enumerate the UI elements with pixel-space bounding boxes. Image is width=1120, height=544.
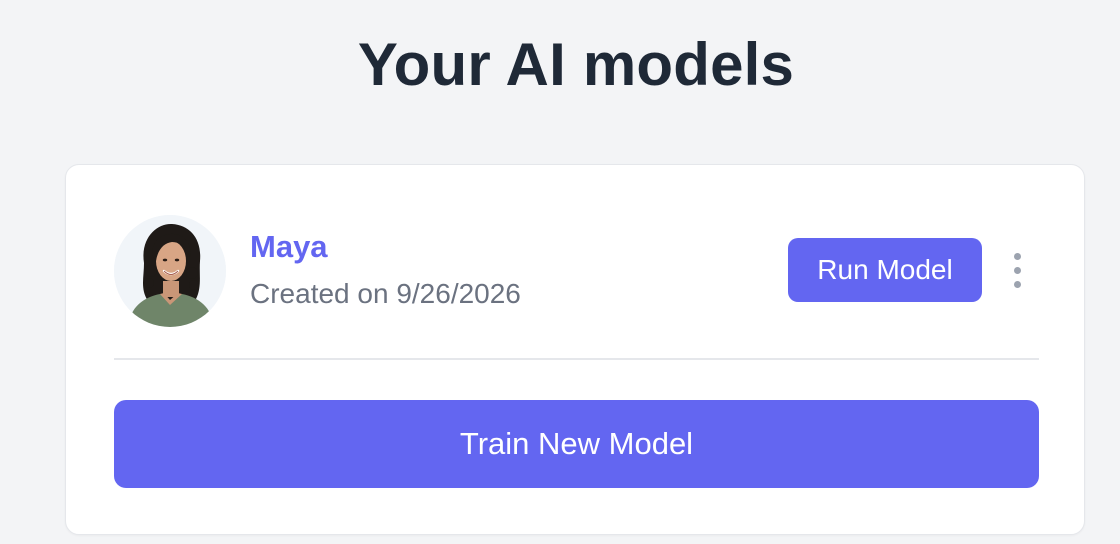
page-title: Your AI models: [357, 31, 795, 98]
avatar-portrait-image: [114, 215, 226, 327]
divider: [114, 358, 1039, 360]
kebab-vertical-icon[interactable]: [1008, 251, 1028, 291]
created-date: Created on 9/26/2026: [250, 278, 521, 309]
train-new-model-button[interactable]: Train New Model: [114, 400, 1039, 488]
avatar: [114, 215, 226, 327]
models-card: Maya Created on 9/26/2026 Run Model Trai…: [65, 164, 1085, 535]
run-model-button[interactable]: Run Model: [788, 238, 982, 302]
model-name[interactable]: Maya: [250, 229, 328, 265]
